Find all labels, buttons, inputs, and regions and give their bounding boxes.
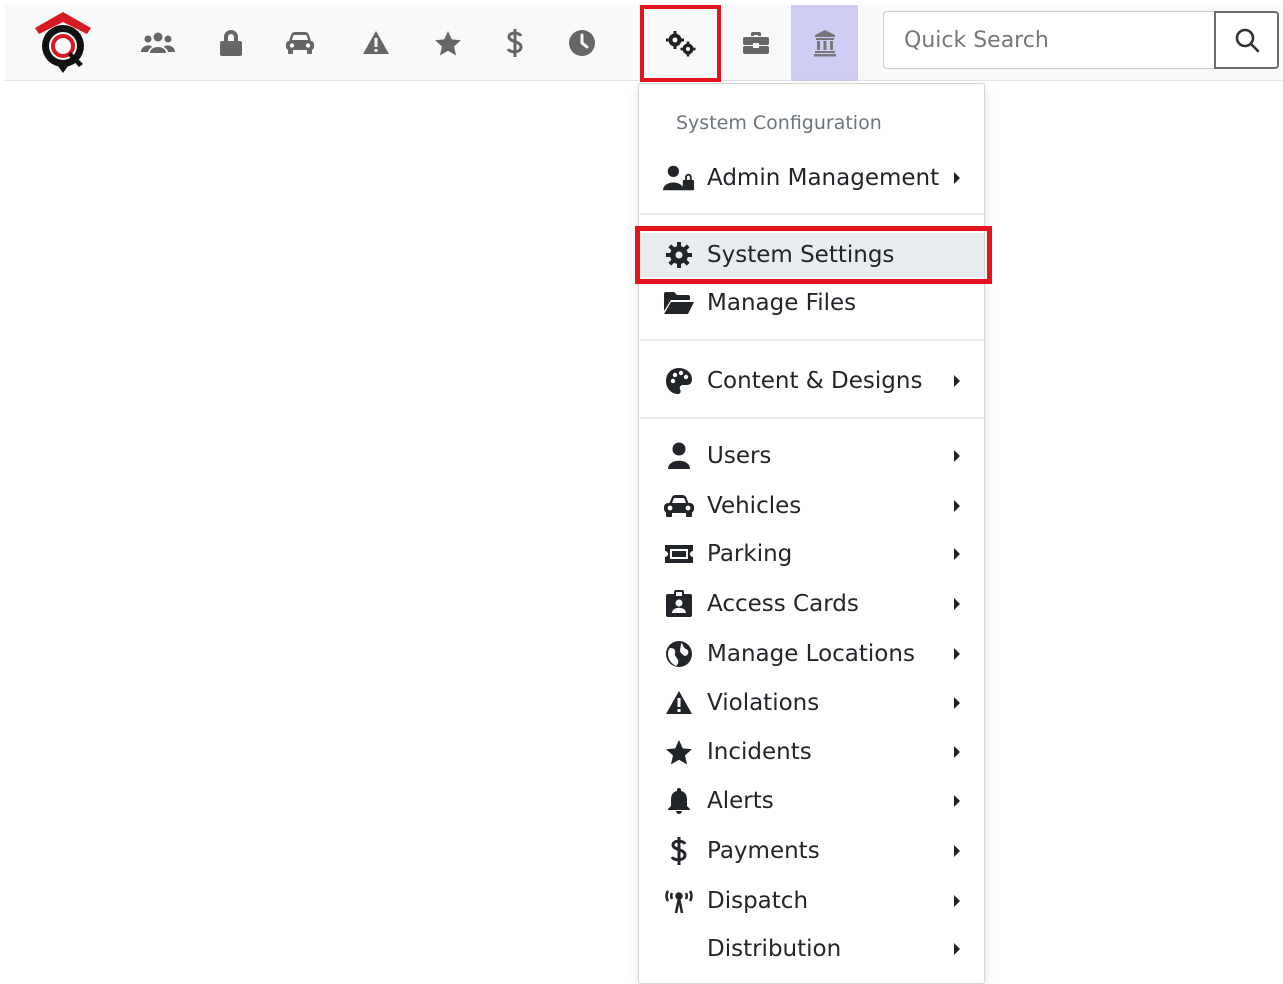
gavel-building-icon[interactable]: [791, 5, 858, 81]
menu-item-label: Incidents: [707, 739, 812, 765]
caret-right-icon: [954, 450, 960, 462]
menu-item-dispatch[interactable]: Dispatch: [639, 879, 984, 923]
warning-icon[interactable]: [351, 5, 401, 81]
caret-right-icon: [954, 548, 960, 560]
menu-item-incidents[interactable]: Incidents: [639, 730, 984, 774]
globe-icon: [663, 638, 695, 670]
broadcast-tower-icon: [663, 885, 695, 917]
menu-item-admin-management[interactable]: Admin Management: [639, 156, 984, 200]
ticket-icon: [663, 538, 695, 570]
menu-item-access-cards[interactable]: Access Cards: [639, 582, 984, 626]
warning-icon: [663, 687, 695, 719]
menu-item-label: Payments: [707, 838, 820, 864]
menu-item-label: System Settings: [707, 242, 895, 268]
search-icon: [1235, 28, 1259, 53]
menu-item-manage-locations[interactable]: Manage Locations: [639, 632, 984, 676]
menu-item-distribution[interactable]: Distribution: [639, 927, 984, 971]
id-badge-icon: [663, 588, 695, 620]
caret-right-icon: [954, 943, 960, 955]
brand-logo[interactable]: [27, 10, 99, 76]
menu-item-label: Vehicles: [707, 493, 802, 519]
user-icon: [663, 440, 695, 472]
caret-right-icon: [954, 598, 960, 610]
menu-item-label: Alerts: [707, 788, 774, 814]
menu-item-label: Parking: [707, 541, 793, 567]
caret-right-icon: [954, 795, 960, 807]
cogs-icon[interactable]: [640, 5, 721, 82]
dropdown-header: System Configuration: [676, 112, 882, 134]
dollar-icon[interactable]: [490, 5, 540, 81]
search-input[interactable]: [883, 11, 1217, 69]
car-icon: [663, 490, 695, 522]
users-group-icon[interactable]: [133, 5, 183, 81]
menu-item-label: Violations: [707, 690, 820, 716]
caret-right-icon: [954, 375, 960, 387]
clock-icon[interactable]: [557, 5, 607, 81]
divider: [640, 213, 984, 215]
caret-right-icon: [954, 845, 960, 857]
caret-right-icon: [954, 895, 960, 907]
system-config-dropdown: System Configuration Admin Management Sy…: [638, 83, 985, 984]
menu-item-label: Content & Designs: [707, 368, 923, 394]
menu-item-label: Access Cards: [707, 591, 859, 617]
menu-item-label: Distribution: [707, 936, 842, 962]
menu-item-label: Admin Management: [707, 165, 940, 191]
top-navbar: [5, 5, 1283, 82]
menu-item-system-settings[interactable]: System Settings: [639, 233, 984, 277]
lock-icon[interactable]: [206, 5, 256, 81]
menu-item-manage-files[interactable]: Manage Files: [639, 281, 984, 325]
dollar-icon: [663, 835, 695, 867]
car-icon[interactable]: [275, 5, 325, 81]
bell-icon: [663, 785, 695, 817]
caret-right-icon: [954, 697, 960, 709]
star-icon: [663, 736, 695, 768]
search-button[interactable]: [1214, 11, 1279, 69]
menu-item-users[interactable]: Users: [639, 434, 984, 478]
menu-item-vehicles[interactable]: Vehicles: [639, 484, 984, 528]
quick-search: [883, 11, 1279, 69]
divider: [640, 339, 984, 341]
menu-item-parking[interactable]: Parking: [639, 532, 984, 576]
caret-right-icon: [954, 172, 960, 184]
caret-right-icon: [954, 746, 960, 758]
menu-item-violations[interactable]: Violations: [639, 681, 984, 725]
palette-icon: [663, 365, 695, 397]
menu-item-content-designs[interactable]: Content & Designs: [639, 359, 984, 403]
menu-item-payments[interactable]: Payments: [639, 829, 984, 873]
folder-open-icon: [663, 287, 695, 319]
divider: [640, 417, 984, 419]
star-icon[interactable]: [423, 5, 473, 81]
menu-item-label: Users: [707, 443, 772, 469]
menu-item-alerts[interactable]: Alerts: [639, 779, 984, 823]
menu-item-label: Manage Locations: [707, 641, 915, 667]
caret-right-icon: [954, 648, 960, 660]
menu-item-label: Manage Files: [707, 290, 857, 316]
user-lock-icon: [663, 162, 695, 194]
briefcase-icon[interactable]: [731, 5, 781, 81]
menu-item-label: Dispatch: [707, 888, 809, 914]
caret-right-icon: [954, 500, 960, 512]
cog-icon: [663, 239, 695, 271]
